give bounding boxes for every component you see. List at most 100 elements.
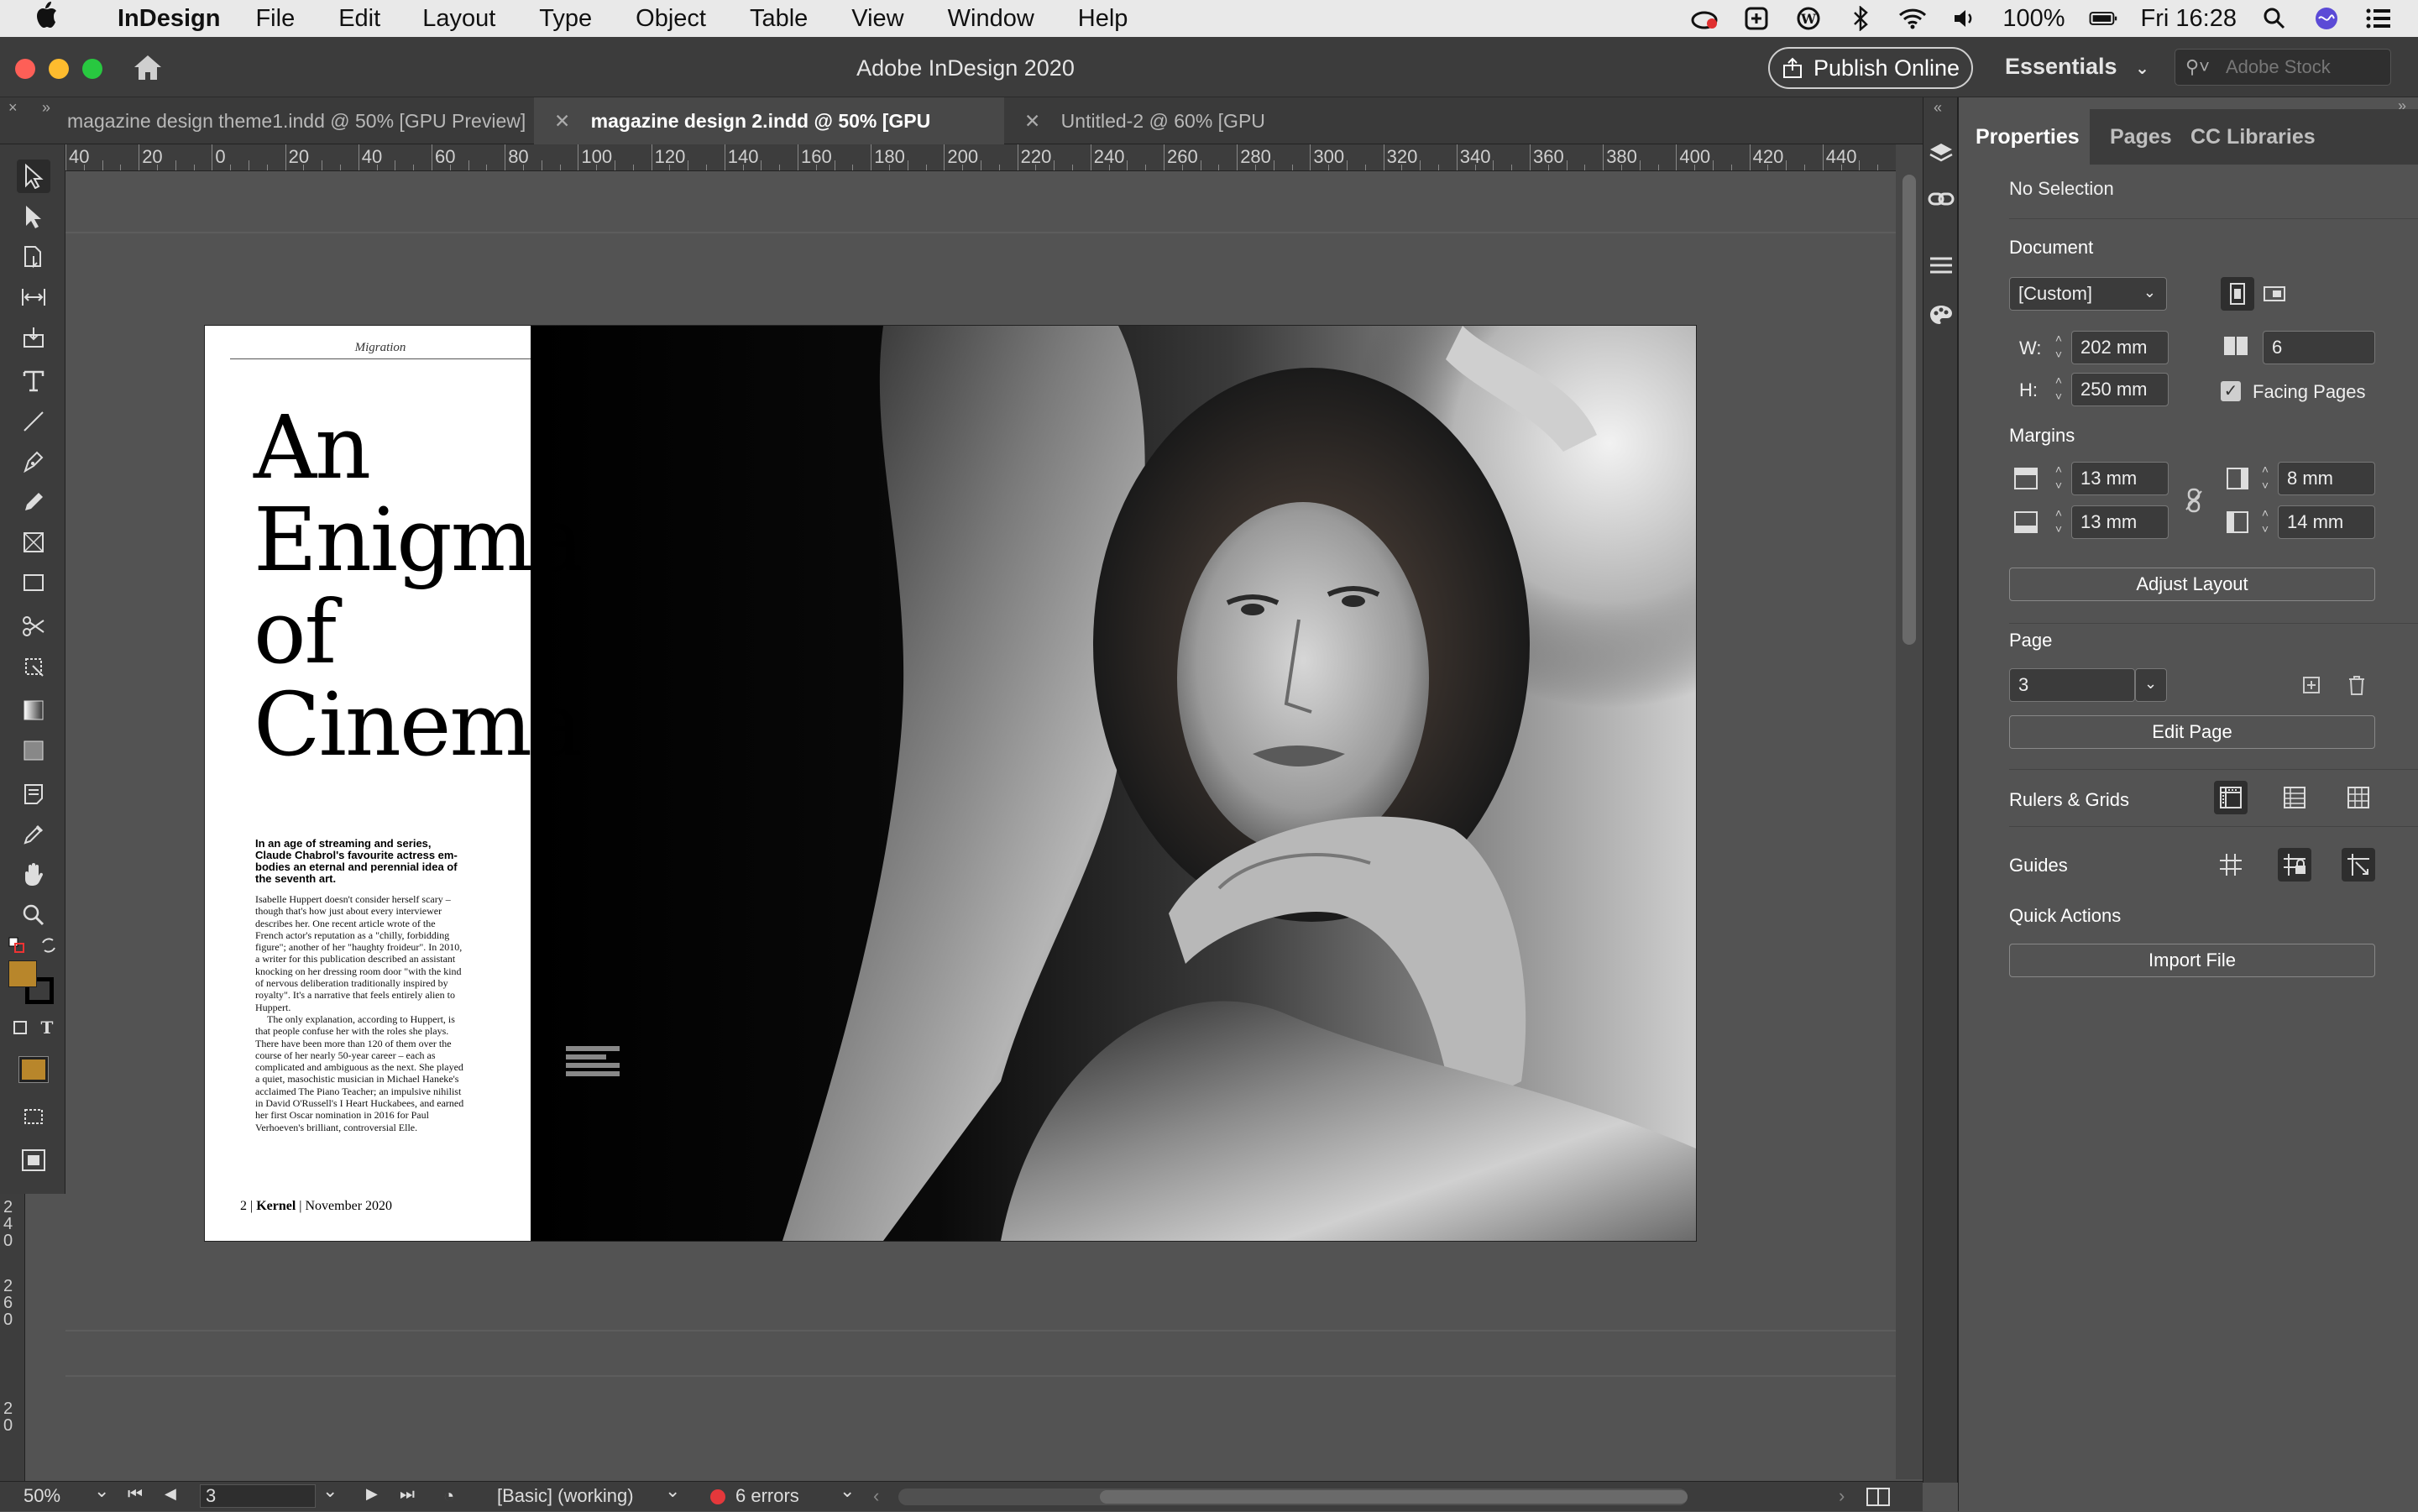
links-panel-icon[interactable] [1927, 185, 1955, 213]
color-panel-icon[interactable] [1927, 301, 1955, 329]
screen-capture-icon[interactable] [1742, 6, 1771, 31]
margin-bottom-stepper[interactable]: ˄ ˅ [2048, 505, 2070, 539]
margin-inside-stepper[interactable]: ˄ ˅ [2254, 462, 2276, 495]
landscape-orientation-icon[interactable] [2258, 277, 2291, 311]
margin-outside-stepper[interactable]: ˄ ˅ [2254, 505, 2276, 539]
margin-outside-field[interactable]: 14 mm [2278, 505, 2375, 539]
screen-mode-normal-icon[interactable] [17, 1100, 50, 1133]
section-header[interactable]: Migration [230, 341, 531, 359]
wifi-icon[interactable] [1898, 6, 1927, 31]
import-file-button[interactable]: Import File [2009, 944, 2375, 977]
horizontal-scrollbar[interactable] [898, 1488, 1688, 1505]
panel-close-icon[interactable]: × [8, 99, 18, 117]
battery-icon[interactable] [2089, 6, 2117, 31]
default-fill-stroke-icon[interactable] [7, 935, 27, 955]
height-field[interactable]: 250 mm [2071, 373, 2169, 406]
height-stepper[interactable]: ˄ ˅ [2048, 373, 2070, 406]
delete-page-icon[interactable] [2340, 668, 2374, 702]
scissors-tool-icon[interactable] [17, 610, 50, 643]
preview-mode-icon[interactable] [17, 1143, 50, 1177]
rectangle-tool-icon[interactable] [17, 566, 50, 599]
direct-selection-tool-icon[interactable] [17, 200, 50, 233]
bluetooth-icon[interactable] [1846, 6, 1875, 31]
preflight-status-icon[interactable]: ◔ [443, 1485, 454, 1507]
scroll-right-icon[interactable]: › [1839, 1485, 1845, 1507]
tab-untitled-2[interactable]: ✕ Untitled-2 @ 60% [GPU Preview] [1004, 97, 1340, 179]
split-window-icon[interactable] [1866, 1487, 1891, 1512]
lock-guides-icon[interactable] [2278, 848, 2311, 882]
siri-icon[interactable] [2312, 6, 2341, 31]
type-tool-icon[interactable] [17, 364, 50, 398]
publish-online-button[interactable]: Publish Online [1768, 47, 1973, 89]
notification-center-icon[interactable] [2364, 6, 2393, 31]
article-deck[interactable]: In an age of streaming and series, Claud… [255, 838, 465, 885]
formatting-container-icon[interactable] [10, 1018, 30, 1038]
page-tool-icon[interactable] [17, 240, 50, 274]
rectangle-frame-tool-icon[interactable] [17, 526, 50, 559]
line-tool-icon[interactable] [17, 405, 50, 438]
gradient-feather-tool-icon[interactable] [17, 734, 50, 767]
workspace-switcher[interactable]: Essentials ⌄ [2005, 54, 2149, 80]
smart-guides-icon[interactable] [2342, 848, 2375, 882]
page-number-field[interactable]: 3 [2009, 668, 2135, 702]
hand-tool-icon[interactable] [17, 858, 50, 892]
portrait-photo-frame[interactable] [531, 326, 1696, 1241]
menu-app-name[interactable]: InDesign [118, 5, 220, 33]
margin-bottom-field[interactable]: 13 mm [2071, 505, 2169, 539]
number-of-pages-field[interactable]: 6 [2263, 331, 2375, 364]
menu-view[interactable]: View [851, 5, 903, 33]
stroke-panel-icon[interactable] [1927, 252, 1955, 280]
page-dropdown-button[interactable]: ⌄ [2135, 668, 2167, 702]
article-body[interactable]: Isabelle Huppert doesn't consider hersel… [255, 893, 465, 1133]
collapse-panels-icon[interactable]: « [1934, 99, 1942, 117]
chevron-down-icon[interactable]: ⌄ [840, 1480, 855, 1502]
vertical-scrollbar[interactable] [1896, 144, 1923, 1479]
menu-layout[interactable]: Layout [422, 5, 495, 33]
scroll-thumb[interactable] [1100, 1490, 1688, 1504]
margin-top-field[interactable]: 13 mm [2071, 462, 2169, 495]
menu-help[interactable]: Help [1078, 5, 1128, 33]
show-guides-icon[interactable] [2214, 848, 2248, 882]
pull-quote-placeholder[interactable] [566, 1046, 620, 1076]
scroll-left-icon[interactable]: ‹ [873, 1485, 879, 1507]
menu-file[interactable]: File [255, 5, 295, 33]
chevron-down-icon[interactable]: ⌄ [94, 1480, 109, 1502]
gap-tool-icon[interactable] [17, 280, 50, 314]
chevron-down-icon[interactable]: ⌄ [322, 1480, 338, 1502]
menu-edit[interactable]: Edit [338, 5, 380, 33]
article-headline[interactable]: An Enigma of Cinema [254, 401, 584, 771]
zoom-level[interactable]: 50% [24, 1485, 60, 1507]
link-margins-icon[interactable] [2177, 484, 2211, 517]
margin-inside-field[interactable]: 8 mm [2278, 462, 2375, 495]
last-page-icon[interactable]: ⏭ [400, 1485, 415, 1504]
tab-properties[interactable]: Properties [1959, 109, 2090, 165]
pencil-tool-icon[interactable] [17, 485, 50, 519]
adjust-layout-button[interactable]: Adjust Layout [2009, 568, 2375, 601]
menu-window[interactable]: Window [948, 5, 1034, 33]
menu-type[interactable]: Type [539, 5, 592, 33]
previous-page-icon[interactable]: ◀ [165, 1485, 176, 1503]
layers-panel-icon[interactable] [1927, 139, 1955, 168]
tab-magazine-design-2[interactable]: ✕ magazine design 2.indd @ 50% [GPU Prev… [534, 97, 1004, 179]
formatting-text-icon[interactable]: T [37, 1018, 57, 1038]
horizontal-ruler[interactable]: 40 20 0 20 40 60 80 100 120 140 160 180 200 220 240 260… [65, 144, 1896, 171]
wordpress-icon[interactable]: W [1794, 6, 1823, 31]
spotlight-search-icon[interactable] [2260, 6, 2289, 31]
document-preset-dropdown[interactable]: [Custom] ⌄ [2009, 277, 2167, 311]
add-page-icon[interactable] [2295, 668, 2328, 702]
free-transform-tool-icon[interactable] [17, 650, 50, 683]
apply-color-icon[interactable] [17, 1053, 50, 1086]
next-page-icon[interactable]: ▶ [366, 1485, 378, 1503]
document-grid-icon[interactable] [2342, 781, 2375, 814]
edit-page-button[interactable]: Edit Page [2009, 715, 2375, 749]
width-field[interactable]: 202 mm [2071, 331, 2169, 364]
content-collector-icon[interactable] [17, 321, 50, 354]
document-spread[interactable]: Migration In an age of streaming and ser… [205, 326, 1696, 1241]
note-tool-icon[interactable] [17, 777, 50, 811]
adobe-stock-search[interactable]: ⚲˅ Adobe Stock [2175, 49, 2391, 86]
tab-cc-libraries[interactable]: CC Libraries [2174, 109, 2332, 165]
clock[interactable]: Fri 16:28 [2141, 5, 2237, 33]
apple-menu-icon[interactable] [34, 1, 67, 36]
volume-icon[interactable] [1950, 6, 1979, 31]
page-folio[interactable]: 2 | Kernel | November 2020 [240, 1199, 392, 1214]
